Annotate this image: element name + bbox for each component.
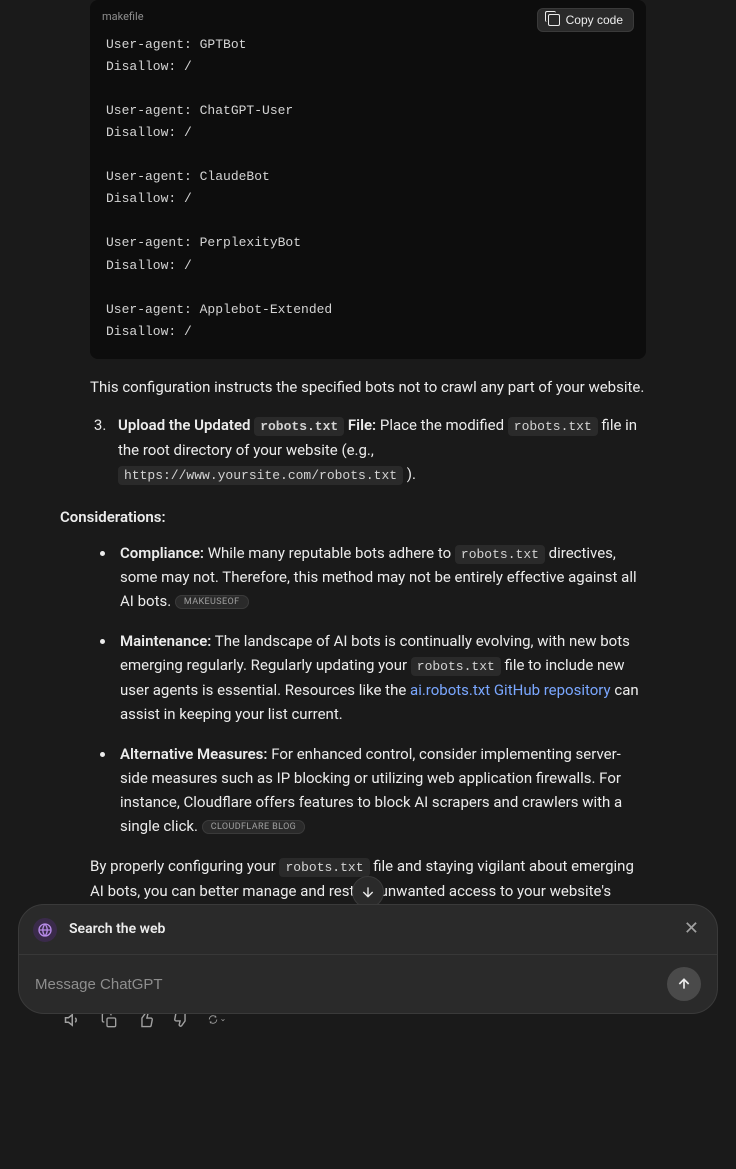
scroll-to-bottom-button[interactable] — [352, 876, 384, 908]
github-repo-link[interactable]: ai.robots.txt GitHub repository — [410, 681, 611, 699]
inline-code: robots.txt — [508, 417, 598, 436]
step-3: Upload the Updated robots.txt File: Plac… — [110, 413, 646, 487]
message-input[interactable] — [35, 976, 655, 993]
inline-code: robots.txt — [411, 657, 501, 676]
consideration-maintenance: Maintenance: The landscape of AI bots is… — [116, 629, 646, 726]
source-badge-makeuseof[interactable]: MAKEUSEOF — [175, 595, 249, 609]
copy-code-button[interactable]: Copy code — [537, 8, 634, 32]
source-badge-cloudflare[interactable]: CLOUDFLARE BLOG — [202, 820, 306, 834]
globe-icon — [33, 918, 57, 942]
config-description: This configuration instructs the specifi… — [90, 375, 646, 399]
search-web-chip: Search the web ✕ — [19, 905, 717, 955]
code-block: makefile Copy code User-agent: GPTBot Di… — [90, 0, 646, 359]
copy-code-label: Copy code — [566, 13, 623, 27]
search-web-label: Search the web — [69, 918, 668, 940]
send-button[interactable] — [667, 967, 701, 1001]
consideration-compliance: Compliance: While many reputable bots ad… — [116, 541, 646, 614]
copy-icon — [548, 14, 560, 26]
inline-code: robots.txt — [254, 417, 344, 436]
close-icon[interactable]: ✕ — [680, 915, 703, 944]
consideration-alternative: Alternative Measures: For enhanced contr… — [116, 742, 646, 838]
code-content: User-agent: GPTBot Disallow: / User-agen… — [90, 34, 646, 359]
code-language-label: makefile — [102, 8, 144, 26]
considerations-heading: Considerations: — [60, 505, 676, 529]
chat-input-area: Search the web ✕ — [18, 904, 718, 1014]
inline-code: robots.txt — [455, 545, 545, 564]
inline-code: robots.txt — [279, 858, 369, 877]
step3-bold: Upload the Updated robots.txt File: — [118, 416, 376, 434]
inline-code: https://www.yoursite.com/robots.txt — [118, 466, 403, 485]
